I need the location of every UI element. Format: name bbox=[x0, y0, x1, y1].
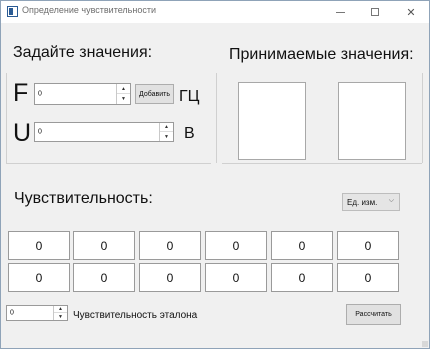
voltage-value: 0 bbox=[38, 128, 42, 136]
etalon-down-arrow-icon[interactable]: ▼ bbox=[54, 313, 67, 320]
frequency-up-arrow-icon[interactable]: ▲ bbox=[117, 84, 130, 94]
etalon-label: Чувствительность эталона bbox=[73, 310, 198, 321]
maximize-button[interactable] bbox=[358, 1, 392, 23]
units-combobox-label: Ед. изм. bbox=[347, 198, 378, 207]
close-icon: ✕ bbox=[406, 6, 416, 19]
right-group-bottom-line bbox=[222, 163, 422, 164]
close-button[interactable]: ✕ bbox=[394, 1, 428, 23]
frequency-spinbox[interactable]: 0 ▲ ▼ bbox=[34, 83, 131, 105]
accepted-frequencies-list[interactable] bbox=[238, 82, 306, 160]
frequency-unit: ГЦ bbox=[179, 88, 200, 105]
sensitivity-cell[interactable]: 0 bbox=[337, 263, 399, 292]
sensitivity-cell[interactable]: 0 bbox=[139, 263, 201, 292]
right-group-border bbox=[422, 73, 423, 163]
frequency-down-arrow-icon[interactable]: ▼ bbox=[117, 94, 130, 104]
frequency-value: 0 bbox=[38, 90, 42, 98]
sensitivity-cell[interactable]: 0 bbox=[73, 263, 135, 292]
voltage-down-arrow-icon[interactable]: ▼ bbox=[160, 132, 173, 141]
sensitivity-cell[interactable]: 0 bbox=[205, 231, 267, 260]
frequency-letter: F bbox=[13, 79, 29, 107]
left-group-bottom-line bbox=[6, 163, 211, 164]
chevron-down-icon: ⌵ bbox=[388, 197, 394, 204]
units-combobox[interactable]: Ед. изм. ⌵ bbox=[342, 193, 400, 211]
calculate-button[interactable]: Рассчитать bbox=[346, 304, 401, 325]
minimize-icon bbox=[335, 11, 345, 13]
title-bar: Определение чувствительности ✕ bbox=[1, 1, 429, 23]
accepted-voltages-list[interactable] bbox=[338, 82, 406, 160]
sensitivity-cell[interactable]: 0 bbox=[8, 263, 70, 292]
left-group-border bbox=[6, 73, 7, 163]
voltage-unit: В bbox=[184, 125, 195, 142]
sensitivity-cell[interactable]: 0 bbox=[73, 231, 135, 260]
resize-grip-icon[interactable] bbox=[422, 341, 428, 347]
add-button[interactable]: Добавить bbox=[135, 84, 174, 104]
sensitivity-cell[interactable]: 0 bbox=[271, 231, 333, 260]
sensitivity-cell[interactable]: 0 bbox=[139, 231, 201, 260]
sensitivity-cell[interactable]: 0 bbox=[337, 231, 399, 260]
center-divider bbox=[216, 73, 217, 163]
etalon-value: 0 bbox=[10, 309, 14, 317]
main-window: Определение чувствительности ✕ Задайте з… bbox=[0, 0, 430, 349]
voltage-spinbox[interactable]: 0 ▲ ▼ bbox=[34, 122, 174, 142]
etalon-spinbox[interactable]: 0 ▲ ▼ bbox=[6, 305, 68, 321]
set-values-heading: Задайте значения: bbox=[13, 44, 153, 61]
sensitivity-cell[interactable]: 0 bbox=[271, 263, 333, 292]
sensitivity-cell[interactable]: 0 bbox=[205, 263, 267, 292]
minimize-button[interactable] bbox=[323, 1, 357, 23]
sensitivity-cell[interactable]: 0 bbox=[8, 231, 70, 260]
voltage-up-arrow-icon[interactable]: ▲ bbox=[160, 123, 173, 132]
accepted-values-heading: Принимаемые значения: bbox=[229, 46, 414, 63]
voltage-letter: U bbox=[13, 119, 32, 147]
etalon-up-arrow-icon[interactable]: ▲ bbox=[54, 306, 67, 313]
sensitivity-heading: Чувствительность: bbox=[14, 190, 153, 207]
maximize-icon bbox=[371, 8, 379, 16]
app-icon bbox=[7, 6, 18, 17]
window-title: Определение чувствительности bbox=[22, 5, 156, 15]
